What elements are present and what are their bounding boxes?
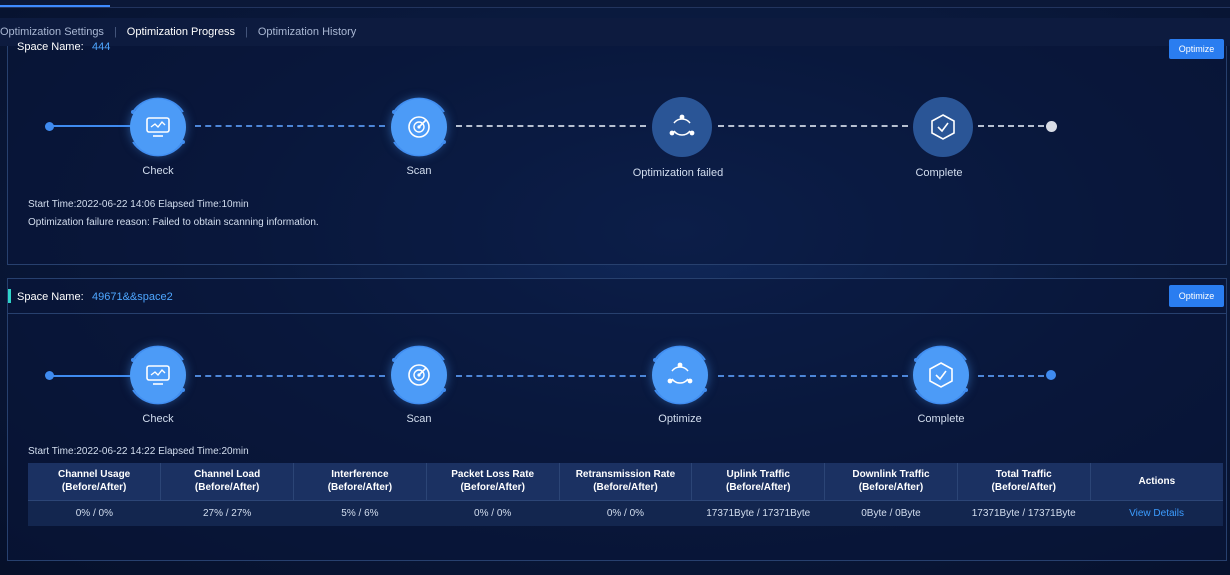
shield-check-icon	[931, 114, 955, 140]
cell-channel-usage: 0% / 0%	[28, 499, 161, 526]
timeline-connector	[718, 125, 908, 127]
timeline-connector	[978, 375, 1044, 377]
step-label-complete: Complete	[917, 413, 965, 425]
start-time-info: Start Time:2022-06-22 14:06 Elapsed Time…	[28, 199, 249, 210]
active-tab-indicator	[0, 5, 110, 7]
shield-check-icon	[929, 362, 953, 388]
step-complete	[906, 340, 976, 410]
column-header-channel-usage: Channel Usage (Before/After)	[28, 463, 162, 500]
step-check	[123, 340, 193, 410]
timeline-connector	[978, 125, 1044, 127]
space-name-label: Space Name:	[17, 291, 84, 303]
progress-timeline: Check Scan Optimize Complete	[8, 332, 1228, 425]
column-header-interference: Interference (Before/After)	[293, 463, 427, 500]
space-panel-444: Space Name: 444 Optimize Check Scan Opti…	[7, 39, 1228, 265]
step-label-check: Check	[142, 165, 174, 177]
step-label-optimization-failed: Optimization failed	[632, 167, 724, 179]
timeline-connector	[195, 125, 385, 127]
tab-optimization-history[interactable]: Optimization History	[248, 26, 366, 38]
cell-channel-load: 27% / 27%	[160, 499, 294, 526]
space-name-value: 49671&&space2	[92, 291, 173, 303]
optimize-button[interactable]: Optimize	[1169, 285, 1224, 307]
timeline-connector	[51, 375, 131, 377]
step-optimize-failed	[645, 92, 715, 162]
step-label-complete: Complete	[915, 167, 963, 179]
optimize-button[interactable]: Optimize	[1169, 39, 1224, 59]
timeline-end-dot	[1046, 121, 1057, 132]
share-nodes-icon	[669, 114, 695, 136]
column-header-downlink-traffic: Downlink Traffic (Before/After)	[824, 463, 958, 500]
step-label-scan: Scan	[406, 165, 432, 177]
cell-packet-loss-rate: 0% / 0%	[426, 499, 560, 526]
monitor-icon	[146, 365, 170, 385]
start-time-info: Start Time:2022-06-22 14:22 Elapsed Time…	[28, 446, 249, 457]
share-nodes-icon	[667, 362, 693, 384]
timeline-connector	[718, 375, 908, 377]
column-header-retransmission-rate: Retransmission Rate (Before/After)	[559, 463, 693, 500]
cell-retransmission-rate: 0% / 0%	[559, 499, 692, 526]
step-circle	[391, 99, 447, 155]
step-circle	[913, 347, 969, 403]
column-header-total-traffic: Total Traffic (Before/After)	[957, 463, 1091, 500]
step-circle	[130, 99, 186, 155]
panel-header: Space Name: 49671&&space2 Optimize	[8, 279, 1226, 314]
cell-total-traffic: 17371Byte / 17371Byte	[957, 499, 1091, 526]
progress-timeline: Check Scan Optimization failed Complete	[8, 82, 1228, 179]
tab-bar: Optimization Settings | Optimization Pro…	[0, 18, 1230, 46]
step-scan	[384, 340, 454, 410]
step-complete	[906, 92, 976, 162]
space-panel-49671: Space Name: 49671&&space2 Optimize Check…	[7, 278, 1227, 561]
timeline-connector	[456, 125, 646, 127]
step-circle	[652, 97, 712, 157]
step-label-check: Check	[142, 413, 174, 425]
radar-icon	[408, 116, 430, 138]
step-optimize	[645, 340, 715, 410]
step-circle	[130, 347, 186, 403]
timeline-connector	[456, 375, 646, 377]
cell-actions: View Details	[1090, 499, 1223, 526]
step-circle	[391, 347, 447, 403]
cell-interference: 5% / 6%	[293, 499, 427, 526]
column-header-actions: Actions	[1090, 463, 1223, 500]
table-header-row: Channel Usage (Before/After) Channel Load…	[28, 463, 1223, 500]
radar-icon	[408, 364, 430, 386]
step-check	[123, 92, 193, 162]
space-name-label: Space Name:	[17, 41, 84, 53]
timeline-connector	[51, 125, 131, 127]
top-nav-strip	[0, 0, 1230, 8]
column-header-uplink-traffic: Uplink Traffic (Before/After)	[691, 463, 826, 500]
cell-uplink-traffic: 17371Byte / 17371Byte	[691, 499, 825, 526]
column-header-packet-loss-rate: Packet Loss Rate (Before/After)	[426, 463, 560, 500]
timeline-connector	[195, 375, 385, 377]
step-circle	[652, 347, 708, 403]
step-scan	[384, 92, 454, 162]
step-label-scan: Scan	[406, 413, 432, 425]
metrics-table: Channel Usage (Before/After) Channel Load…	[28, 463, 1223, 526]
table-row: 0% / 0% 27% / 27% 5% / 6% 0% / 0% 0% / 0…	[28, 499, 1223, 526]
header-accent-bar	[8, 289, 11, 303]
tab-optimization-settings[interactable]: Optimization Settings	[0, 26, 114, 38]
monitor-icon	[146, 117, 170, 137]
step-label-optimize: Optimize	[658, 413, 702, 425]
timeline-end-dot	[1046, 370, 1056, 380]
column-header-channel-load: Channel Load (Before/After)	[160, 463, 295, 500]
view-details-link[interactable]: View Details	[1129, 508, 1184, 519]
tab-optimization-progress[interactable]: Optimization Progress	[117, 26, 245, 38]
space-name-value: 444	[92, 41, 111, 53]
step-circle	[913, 97, 973, 157]
cell-downlink-traffic: 0Byte / 0Byte	[824, 499, 958, 526]
failure-reason: Optimization failure reason: Failed to o…	[28, 217, 319, 228]
